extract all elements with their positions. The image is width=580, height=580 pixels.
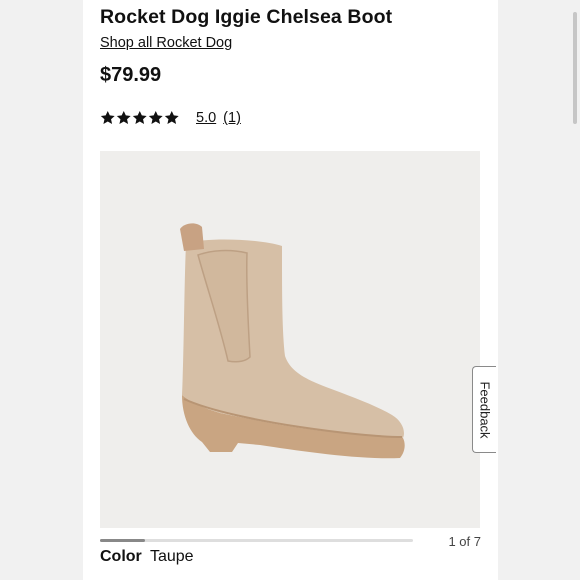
rating-row: 5.0 (1): [100, 108, 241, 128]
color-value: Taupe: [149, 548, 194, 565]
scrollbar[interactable]: [573, 12, 577, 124]
product-page: Rocket Dog Iggie Chelsea Boot Shop all R…: [83, 0, 577, 580]
boot-image: [180, 223, 405, 459]
feedback-tab[interactable]: Feedback: [472, 366, 496, 453]
rating-value-link[interactable]: 5.0: [196, 110, 216, 126]
gallery-progress-fill: [100, 539, 145, 542]
review-count-link[interactable]: (1): [223, 110, 241, 126]
product-price: $79.99: [100, 64, 162, 86]
product-image[interactable]: [100, 151, 480, 528]
gallery-progress-bar: [100, 539, 413, 542]
star-icon: [148, 111, 163, 125]
boot-pull-tab: [180, 223, 204, 251]
star-icon: [132, 111, 147, 125]
shop-all-brand-link[interactable]: Shop all Rocket Dog: [100, 35, 232, 51]
product-title: Rocket Dog Iggie Chelsea Boot: [100, 6, 393, 28]
color-selection: Color Taupe: [100, 548, 194, 566]
star-icon: [116, 111, 131, 125]
color-label: Color: [100, 548, 142, 565]
image-counter: 1 of 7: [448, 534, 481, 549]
star-icon: [100, 111, 115, 125]
star-icon: [164, 111, 179, 125]
feedback-label: Feedback: [477, 380, 492, 439]
rating-stars: [100, 110, 180, 126]
